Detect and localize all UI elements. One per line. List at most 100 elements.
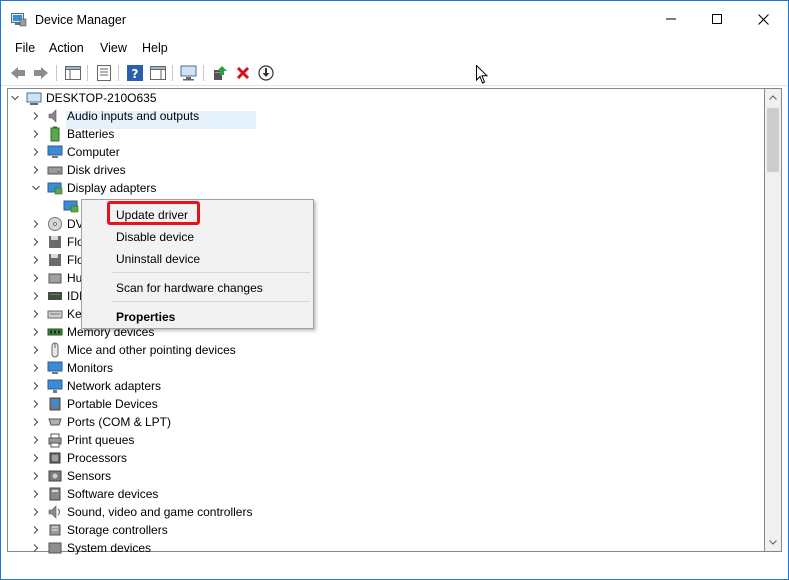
tree-item[interactable]: Mice and other pointing devices: [31, 341, 236, 359]
menu-help[interactable]: Help: [142, 41, 168, 55]
tree-item[interactable]: Network adapters: [31, 377, 161, 395]
context-uninstall-device[interactable]: Uninstall device: [116, 252, 200, 266]
tree-item[interactable]: Ports (COM & LPT): [31, 413, 171, 431]
portable-device-icon: [49, 397, 61, 411]
close-icon: [757, 13, 769, 25]
tree-item[interactable]: Print queues: [31, 431, 134, 449]
dvd-icon: [47, 216, 63, 232]
tree-expander[interactable]: [31, 287, 41, 305]
toolbar-separator: [203, 65, 204, 81]
software-device-icon: [47, 486, 63, 502]
tree-expander[interactable]: [31, 395, 41, 413]
tree-item-label: Software devices: [67, 487, 159, 501]
tree-expander[interactable]: [31, 305, 41, 323]
update-driver-icon[interactable]: [210, 63, 230, 83]
scrollbar-thumb[interactable]: [767, 108, 779, 172]
close-button[interactable]: [740, 1, 786, 37]
tree-expander[interactable]: [31, 359, 41, 377]
tree-expander[interactable]: [31, 107, 41, 125]
minimize-button[interactable]: [648, 1, 694, 37]
menu-bar: File Action View Help: [1, 37, 788, 59]
tree-expander[interactable]: [10, 89, 20, 107]
action-pane-icon[interactable]: [148, 63, 168, 83]
tree-item[interactable]: Monitors: [31, 359, 113, 377]
tree-item[interactable]: IDI: [31, 287, 82, 305]
tree-item[interactable]: DV: [31, 215, 84, 233]
context-separator: [112, 301, 310, 302]
tree-item[interactable]: Flo: [31, 251, 84, 269]
tree-expander: [47, 197, 57, 215]
tree-expander[interactable]: [31, 125, 41, 143]
show-hide-console-tree-icon[interactable]: [63, 63, 83, 83]
battery-icon: [47, 126, 63, 142]
tree-item[interactable]: Software devices: [31, 485, 158, 503]
tree-item[interactable]: Storage controllers: [31, 521, 168, 539]
properties-icon[interactable]: [94, 63, 114, 83]
tree-item[interactable]: Disk drives: [31, 161, 126, 179]
tree-expander[interactable]: [31, 215, 41, 233]
chevron-right-icon: [33, 382, 39, 390]
tree-expander[interactable]: [31, 161, 41, 179]
tree-item-label: Display adapters: [67, 181, 157, 195]
tree-expander[interactable]: [31, 179, 41, 197]
maximize-button[interactable]: [694, 1, 740, 37]
context-disable-device[interactable]: Disable device: [116, 230, 194, 244]
tree-item[interactable]: Flo: [31, 233, 84, 251]
tree-child-item[interactable]: [47, 197, 83, 215]
tree-item[interactable]: Hu: [31, 269, 82, 287]
chevron-right-icon: [33, 310, 39, 318]
context-scan-hardware[interactable]: Scan for hardware changes: [116, 281, 263, 295]
tree-item-label: Storage controllers: [67, 523, 168, 537]
download-driver-icon[interactable]: [256, 63, 276, 83]
chevron-right-icon: [33, 526, 39, 534]
tree-item[interactable]: Processors: [31, 449, 127, 467]
tree-expander[interactable]: [31, 323, 41, 341]
tree-item[interactable]: Audio inputs and outputs: [31, 107, 199, 125]
forward-arrow-icon[interactable]: [31, 63, 51, 83]
back-arrow-icon[interactable]: [8, 63, 28, 83]
tree-root[interactable]: DESKTOP-210O635: [10, 89, 157, 107]
tree-item[interactable]: Display adapters: [31, 179, 156, 197]
floppy-icon: [47, 234, 63, 250]
tree-expander[interactable]: [31, 413, 41, 431]
help-icon[interactable]: ?: [125, 63, 145, 83]
tree-item[interactable]: Computer: [31, 143, 120, 161]
update-driver-highlight: [107, 201, 200, 225]
tree-expander[interactable]: [31, 449, 41, 467]
tree-expander[interactable]: [31, 341, 41, 359]
menu-view[interactable]: View: [100, 41, 127, 55]
scroll-down-button[interactable]: [765, 534, 781, 551]
tree-expander[interactable]: [31, 485, 41, 503]
keyboard-icon: [47, 310, 63, 319]
scan-hardware-icon[interactable]: [179, 63, 199, 83]
tree-expander[interactable]: [31, 269, 41, 287]
tree-item[interactable]: System devices: [31, 539, 151, 557]
chevron-right-icon: [33, 274, 39, 282]
tree-expander[interactable]: [31, 251, 41, 269]
tree-expander[interactable]: [31, 521, 41, 539]
tree-expander[interactable]: [31, 539, 41, 557]
tree-item[interactable]: Sound, video and game controllers: [31, 503, 252, 521]
context-properties[interactable]: Properties: [116, 310, 175, 324]
tree-expander[interactable]: [31, 233, 41, 251]
storage-icon: [47, 522, 63, 538]
chevron-right-icon: [33, 238, 39, 246]
system-icon: [48, 542, 62, 554]
chevron-right-icon: [33, 418, 39, 426]
tree-expander[interactable]: [31, 467, 41, 485]
tree-expander[interactable]: [31, 431, 41, 449]
scroll-up-button[interactable]: [765, 89, 781, 106]
tree-item[interactable]: Batteries: [31, 125, 114, 143]
tree-item-label: Network adapters: [67, 379, 162, 393]
uninstall-icon[interactable]: [233, 63, 253, 83]
tree-item[interactable]: Sensors: [31, 467, 111, 485]
tree-expander[interactable]: [31, 377, 41, 395]
menu-file[interactable]: File: [15, 41, 35, 55]
vertical-scrollbar[interactable]: [765, 88, 782, 552]
keyboard-icon: [47, 306, 63, 322]
tree-item[interactable]: Ke: [31, 305, 82, 323]
menu-action[interactable]: Action: [49, 41, 84, 55]
tree-expander[interactable]: [31, 143, 41, 161]
tree-expander[interactable]: [31, 503, 41, 521]
tree-item[interactable]: Portable Devices: [31, 395, 158, 413]
